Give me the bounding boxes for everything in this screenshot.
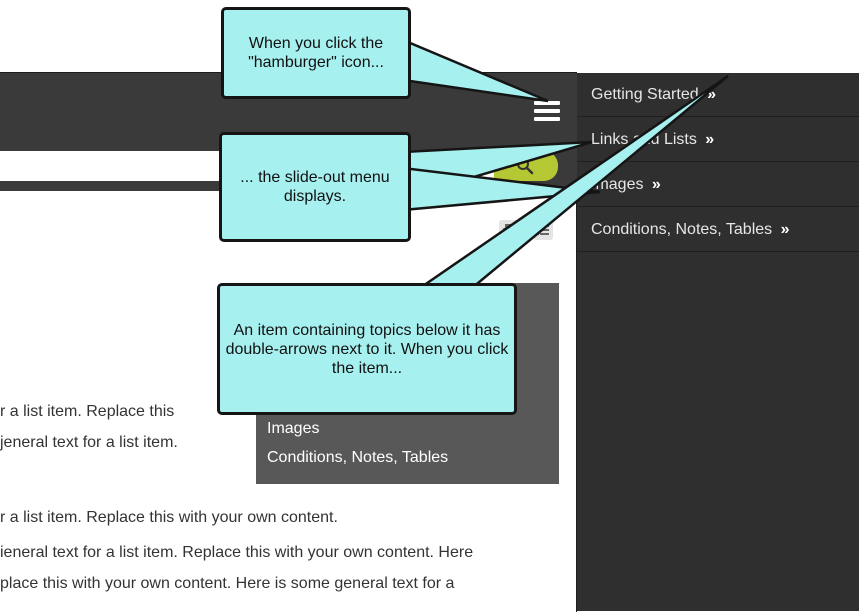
callout-text: ... the slide-out menu displays.: [240, 169, 390, 205]
callout-hamburger: When you click the "hamburger" icon...: [221, 7, 411, 99]
callout-text: An item containing topics below it has d…: [225, 321, 509, 377]
callout-menu-item: An item containing topics below it has d…: [217, 283, 517, 415]
callout-text: When you click the "hamburger" icon...: [248, 35, 384, 71]
callout-slide-out-menu: ... the slide-out menu displays.: [219, 132, 411, 242]
